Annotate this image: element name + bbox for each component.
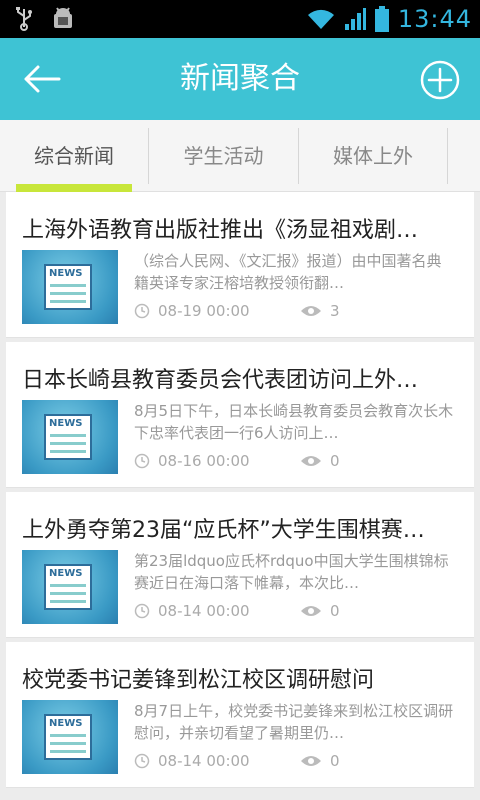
news-thumbnail: NEWS bbox=[22, 400, 118, 474]
news-summary: 8月7日上午，校党委书记姜锋来到松江校区调研慰问，并亲切看望了暑期里仍… bbox=[134, 702, 454, 742]
news-title: 上外勇夺第23届“应氏杯”大学生围棋赛… bbox=[22, 518, 425, 543]
status-time: 13:44 bbox=[397, 5, 472, 33]
news-time: 08-16 00:00 bbox=[158, 452, 250, 470]
news-time: 08-14 00:00 bbox=[158, 602, 250, 620]
news-thumbnail: NEWS bbox=[22, 700, 118, 774]
back-arrow-icon bbox=[24, 65, 61, 93]
news-meta: 08-19 00:00 3 bbox=[134, 300, 340, 322]
status-notifications bbox=[14, 6, 76, 32]
tab-media-sisu[interactable]: 媒体上外 bbox=[299, 120, 447, 192]
news-views: 0 bbox=[330, 452, 340, 470]
news-item[interactable]: 日本长崎县教育委员会代表团访问上外… NEWS 8月5日下午，日本长崎县教育委员… bbox=[6, 342, 474, 488]
tab-divider bbox=[447, 128, 448, 184]
clock-icon bbox=[134, 603, 150, 619]
newspaper-icon: NEWS bbox=[44, 264, 92, 310]
news-item[interactable]: 上外勇夺第23届“应氏杯”大学生围棋赛… NEWS 第23届ldquo应氏杯rd… bbox=[6, 492, 474, 638]
eye-icon bbox=[301, 606, 321, 616]
news-meta: 08-16 00:00 0 bbox=[134, 450, 340, 472]
news-title: 校党委书记姜锋到松江校区调研慰问 bbox=[22, 668, 375, 693]
back-button[interactable] bbox=[18, 56, 66, 102]
newspaper-icon: NEWS bbox=[44, 714, 92, 760]
title-bar: 新闻聚合 bbox=[0, 38, 480, 120]
news-summary: 8月5日下午，日本长崎县教育委员会教育次长木下忠率代表团一行6人访问上… bbox=[134, 402, 454, 442]
eye-icon bbox=[301, 306, 321, 316]
clock-icon bbox=[134, 303, 150, 319]
news-title: 日本长崎县教育委员会代表团访问上外… bbox=[22, 368, 419, 393]
news-views: 3 bbox=[330, 302, 340, 320]
thumb-label: NEWS bbox=[49, 718, 83, 729]
news-meta: 08-14 00:00 0 bbox=[134, 750, 340, 772]
news-item[interactable]: 上海外语教育出版社推出《汤显祖戏剧… NEWS （综合人民网、《文汇报》报道）由… bbox=[6, 192, 474, 338]
newspaper-icon: NEWS bbox=[44, 564, 92, 610]
clock-icon bbox=[134, 753, 150, 769]
thumb-label: NEWS bbox=[49, 418, 83, 429]
thumb-label: NEWS bbox=[49, 568, 83, 579]
news-time: 08-14 00:00 bbox=[158, 752, 250, 770]
news-item[interactable]: 校党委书记姜锋到松江校区调研慰问 NEWS 8月7日上午，校党委书记姜锋来到松江… bbox=[6, 642, 474, 788]
eye-icon bbox=[301, 756, 321, 766]
news-views: 0 bbox=[330, 602, 340, 620]
status-bar: 13:44 bbox=[0, 0, 480, 38]
thumb-label: NEWS bbox=[49, 268, 83, 279]
add-circle-icon bbox=[420, 60, 460, 100]
tab-student-activities[interactable]: 学生活动 bbox=[149, 120, 298, 192]
news-title: 上海外语教育出版社推出《汤显祖戏剧… bbox=[22, 218, 419, 243]
wifi-icon bbox=[307, 9, 334, 29]
android-debug-icon bbox=[54, 7, 72, 28]
news-summary: 第23届ldquo应氏杯rdquo中国大学生围棋锦标赛近日在海口落下帷幕，本次比… bbox=[134, 552, 449, 592]
news-list[interactable]: 上海外语教育出版社推出《汤显祖戏剧… NEWS （综合人民网、《文汇报》报道）由… bbox=[6, 192, 474, 800]
news-thumbnail: NEWS bbox=[22, 250, 118, 324]
tab-bar: 综合新闻 学生活动 媒体上外 bbox=[0, 120, 480, 192]
newspaper-icon: NEWS bbox=[44, 414, 92, 460]
tab-general-news[interactable]: 综合新闻 bbox=[0, 120, 148, 192]
page-title: 新闻聚合 bbox=[180, 61, 300, 96]
add-button[interactable] bbox=[420, 60, 460, 100]
signal-icon bbox=[344, 8, 366, 30]
news-summary: （综合人民网、《文汇报》报道）由中国著名典籍英译专家汪榕培教授领衔翻… bbox=[134, 252, 442, 292]
battery-icon bbox=[374, 6, 389, 32]
eye-icon bbox=[301, 456, 321, 466]
news-views: 0 bbox=[330, 752, 340, 770]
news-time: 08-19 00:00 bbox=[158, 302, 250, 320]
active-tab-indicator bbox=[16, 184, 132, 192]
news-meta: 08-14 00:00 0 bbox=[134, 600, 340, 622]
usb-icon bbox=[16, 7, 32, 31]
clock-icon bbox=[134, 453, 150, 469]
status-system-icons: 13:44 bbox=[306, 0, 472, 38]
news-thumbnail: NEWS bbox=[22, 550, 118, 624]
